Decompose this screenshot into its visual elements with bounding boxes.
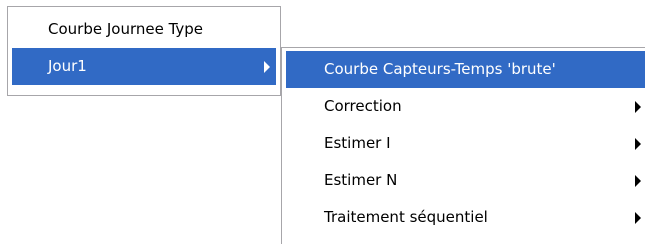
submenu-arrow-icon — [635, 100, 641, 113]
submenu-arrow-icon — [635, 174, 641, 187]
menu-item-estimer-n[interactable]: Estimer N — [286, 162, 645, 199]
submenu-arrow-icon — [264, 60, 270, 73]
menu-item-courbe-journee-type[interactable]: Courbe Journee Type — [12, 11, 276, 48]
menu-item-label: Courbe Journee Type — [48, 20, 204, 38]
menu-item-traitement-sequentiel[interactable]: Traitement séquentiel — [286, 199, 645, 236]
menu-item-courbe-capteurs-temps-brute[interactable]: Courbe Capteurs-Temps 'brute' — [286, 51, 645, 88]
submenu-arrow-icon — [635, 211, 641, 224]
context-menu: Courbe Journee Type Jour1 — [7, 6, 281, 96]
menu-item-label: Traitement séquentiel — [324, 208, 488, 226]
menu-item-label: Estimer I — [324, 134, 391, 152]
submenu-arrow-icon — [635, 137, 641, 150]
menu-item-jour1[interactable]: Jour1 — [12, 48, 276, 85]
menu-item-label: Courbe Capteurs-Temps 'brute' — [324, 60, 556, 78]
menu-item-label: Correction — [324, 97, 402, 115]
menu-item-estimer-i[interactable]: Estimer I — [286, 125, 645, 162]
submenu-jour1: Courbe Capteurs-Temps 'brute' Correction… — [281, 47, 645, 244]
menu-item-correction[interactable]: Correction — [286, 88, 645, 125]
menu-item-label: Estimer N — [324, 171, 398, 189]
menu-item-label: Jour1 — [48, 57, 87, 75]
